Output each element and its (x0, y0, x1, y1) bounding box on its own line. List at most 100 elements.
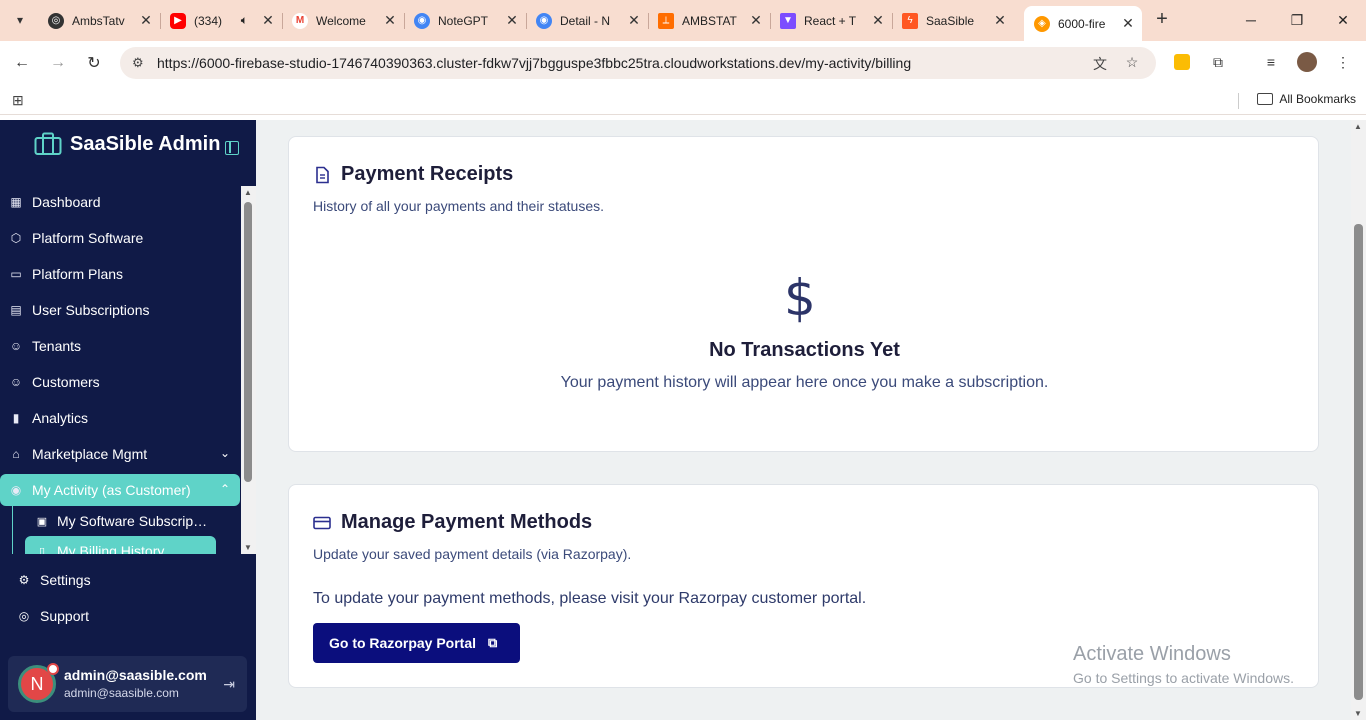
sidebar-scrollbar[interactable]: ▲ ▼ (241, 186, 256, 554)
sidebar-subitem-my-billing-history[interactable]: ▯ My Billing History (25, 536, 216, 554)
user-card[interactable]: N admin@saasible.com admin@saasible.com … (8, 656, 247, 712)
instruction-text: To update your payment methods, please v… (313, 590, 867, 607)
browser-tab[interactable]: ◉ NoteGPT ✕ (404, 6, 527, 35)
close-icon[interactable]: ✕ (626, 12, 642, 29)
all-bookmarks-label: All Bookmarks (1279, 92, 1356, 106)
sidebar-item-label: Customers (32, 374, 100, 390)
firebase-icon: ϟ (902, 12, 918, 29)
browser-tab[interactable]: ▶ (334) 🔈︎ ✕ (160, 6, 283, 35)
file-icon: ▯ (38, 545, 46, 555)
all-bookmarks-button[interactable]: All Bookmarks (1257, 92, 1356, 106)
browser-tab[interactable]: ◎ AmbsTatv ✕ (38, 6, 161, 35)
sidebar-item-user-subscriptions[interactable]: ▤ User Subscriptions (0, 294, 240, 326)
sidebar-item-my-activity[interactable]: ◉ My Activity (as Customer) ⌃ (0, 474, 240, 506)
browser-tab[interactable]: ϟ SaaSible ✕ (892, 6, 1014, 35)
sidebar-toggle-icon[interactable] (225, 141, 239, 155)
keep-extension-icon[interactable] (1171, 51, 1193, 73)
close-icon[interactable]: ✕ (748, 12, 764, 29)
address-toolbar: ← → ↻ ⚙ https://6000-firebase-studio-174… (0, 41, 1366, 85)
main-scrollbar[interactable]: ▲ ▼ (1351, 120, 1366, 720)
reload-button[interactable]: ↻ (82, 51, 106, 75)
status-dot (47, 663, 59, 675)
go-to-razorpay-button[interactable]: Go to Razorpay Portal ⧉ (313, 623, 520, 663)
sidebar-scroll-thumb[interactable] (244, 202, 252, 482)
close-window-button[interactable]: ✕ (1320, 0, 1366, 40)
file-text-icon (316, 166, 329, 183)
openai-icon: ◎ (48, 12, 64, 29)
browser-menu-icon[interactable]: ⋮ (1332, 51, 1354, 73)
youtube-icon: ▶ (170, 12, 186, 29)
close-icon[interactable]: ✕ (504, 12, 520, 29)
sidebar-subitem-label: My Billing History (57, 543, 165, 554)
firebase-studio-icon: ◈ (1034, 15, 1050, 32)
forward-button[interactable]: → (46, 51, 70, 75)
extensions-icon[interactable]: ⧉ (1207, 51, 1229, 73)
ambstat-icon: ⟂ (658, 12, 674, 29)
bar-chart-icon: ▮ (12, 411, 20, 425)
sidebar-subitem-my-software-subscriptions[interactable]: ▣ My Software Subscrip… (25, 506, 216, 536)
brand-name: SaaSible Admin (70, 132, 221, 155)
sidebar-item-settings[interactable]: ⚙ Settings (0, 564, 240, 596)
close-icon[interactable]: ✕ (992, 12, 1008, 29)
browser-tab[interactable]: ◉ Detail - N ✕ (526, 6, 649, 35)
browser-tab[interactable]: M Welcome ✕ (282, 6, 405, 35)
bookmark-star-icon[interactable]: ☆ (1122, 54, 1142, 72)
empty-state-description: Your payment history will appear here on… (560, 374, 1049, 391)
profile-avatar-icon[interactable] (1296, 51, 1318, 73)
minimize-button[interactable]: ─ (1228, 0, 1274, 40)
notegpt-icon: ◉ (414, 12, 430, 29)
user-circle-icon: ◉ (10, 483, 22, 497)
tab-title: React + T (804, 13, 857, 28)
new-tab-button[interactable]: + (1150, 8, 1174, 32)
chevron-down-icon: ⌄ (219, 446, 230, 460)
user-icon: ☺ (9, 339, 23, 353)
close-icon[interactable]: ✕ (138, 12, 154, 29)
brand[interactable]: SaaSible Admin (34, 130, 220, 158)
sidebar-item-customers[interactable]: ☺ Customers (0, 366, 240, 398)
submenu-line (12, 506, 13, 554)
tab-title: NoteGPT (438, 13, 489, 28)
address-bar[interactable]: ⚙ https://6000-firebase-studio-174674039… (120, 47, 1156, 79)
close-icon[interactable]: ✕ (1120, 15, 1136, 32)
dollar-icon: $ (784, 269, 816, 327)
back-button[interactable]: ← (10, 51, 34, 75)
sidebar-item-platform-plans[interactable]: ▭ Platform Plans (0, 258, 240, 290)
close-icon[interactable]: ✕ (382, 12, 398, 29)
card-title: Payment Receipts (313, 163, 513, 186)
logout-icon[interactable]: ⇥ (223, 676, 235, 693)
close-icon[interactable]: ✕ (870, 12, 886, 29)
site-info-icon[interactable]: ⚙ (132, 55, 148, 71)
close-icon[interactable]: ✕ (260, 12, 276, 29)
sidebar-item-label: Marketplace Mgmt (32, 446, 148, 462)
main-scroll-thumb[interactable] (1354, 224, 1363, 700)
speaker-icon[interactable]: 🔈︎ (241, 13, 248, 28)
page-icon: ◉ (536, 12, 552, 29)
tab-title: (334) (194, 13, 223, 28)
translate-icon[interactable]: 文 (1090, 54, 1110, 72)
apps-grid-icon[interactable]: ⊞ (12, 92, 24, 109)
sidebar-item-dashboard[interactable]: ▦ Dashboard (0, 186, 240, 218)
browser-tab-active[interactable]: ◈ 6000-fire ✕ (1024, 6, 1142, 41)
maximize-button[interactable]: ❐ (1274, 0, 1320, 40)
browser-tab[interactable]: ⟂ AMBSTAT ✕ (648, 6, 771, 35)
sidebar-item-support[interactable]: ◎ Support (0, 600, 240, 632)
sidebar-item-analytics[interactable]: ▮ Analytics (0, 402, 240, 434)
url-text[interactable]: https://6000-firebase-studio-17467403903… (157, 55, 911, 71)
sidebar-item-tenants[interactable]: ☺ Tenants (0, 330, 240, 362)
chevron-up-icon: ⌃ (219, 482, 230, 496)
folder-icon (1257, 93, 1274, 105)
vite-icon: ▼ (780, 12, 796, 29)
user-email: admin@saasible.com (64, 686, 179, 700)
tab-title: Detail - N (560, 13, 611, 28)
media-control-icon[interactable]: ≡ (1260, 51, 1282, 73)
sidebar: SaaSible Admin ▦ Dashboard ⬡ Platform So… (0, 120, 256, 720)
card-title: Manage Payment Methods (313, 511, 592, 534)
empty-state-title: No Transactions Yet (709, 339, 900, 361)
payment-receipts-card: Payment Receipts History of all your pay… (288, 136, 1319, 452)
sidebar-item-marketplace-mgmt[interactable]: ⌂ Marketplace Mgmt ⌄ (0, 438, 240, 470)
tab-search-icon[interactable]: ▾ (8, 8, 32, 32)
box-icon: ⬡ (10, 231, 22, 245)
browser-tab[interactable]: ▼ React + T ✕ (770, 6, 893, 35)
bag-icon: ▣ (36, 515, 48, 528)
sidebar-item-platform-software[interactable]: ⬡ Platform Software (0, 222, 240, 254)
